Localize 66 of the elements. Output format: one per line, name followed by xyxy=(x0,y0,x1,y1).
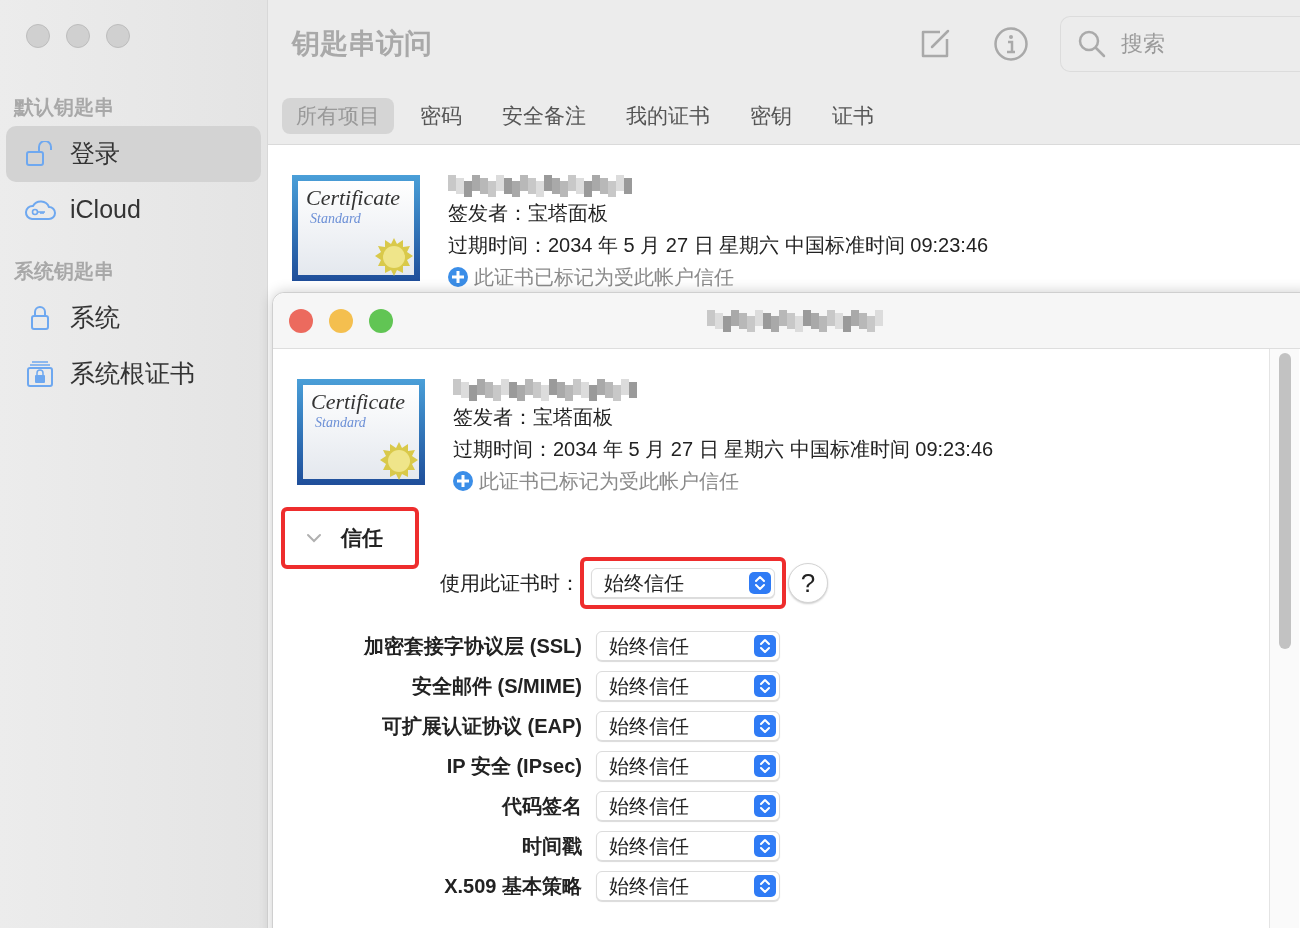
policy-label: X.509 基本策略 xyxy=(443,874,582,899)
sidebar-item[interactable]: 系统 xyxy=(6,290,261,346)
trust-select[interactable]: 始终信任 xyxy=(596,631,780,661)
unlocked-padlock-icon xyxy=(26,141,54,167)
trust-note: 此证书已标记为受此帐户信任 xyxy=(474,265,734,290)
policy-label: IP 安全 (IPsec) xyxy=(445,754,582,779)
expiry-text: 过期时间：2034 年 5 月 27 日 星期六 中国标准时间 09:23:46 xyxy=(448,233,989,258)
trust-select[interactable]: 始终信任 xyxy=(596,831,780,861)
tab[interactable]: 密码 xyxy=(406,98,476,134)
policy-label: 代码签名 xyxy=(500,794,582,819)
cloud-key-icon xyxy=(24,199,56,221)
seal-icon xyxy=(374,237,414,277)
section-heading: 系统钥匙串 xyxy=(13,259,115,284)
stepper-icon xyxy=(754,835,776,857)
sidebar-item[interactable]: iCloud xyxy=(6,182,261,238)
zoom-button[interactable] xyxy=(369,308,393,333)
window-control[interactable] xyxy=(66,24,90,48)
stepper-icon xyxy=(754,755,776,777)
scrollbar[interactable] xyxy=(1269,349,1299,928)
stepper-icon xyxy=(754,875,776,897)
tab[interactable]: 密钥 xyxy=(736,98,806,134)
certificate-title: Certificate xyxy=(311,389,407,415)
trust-select[interactable]: 始终信任 xyxy=(596,871,780,901)
stepper-icon xyxy=(754,675,776,697)
expiry-text: 过期时间：2034 年 5 月 27 日 星期六 中国标准时间 09:23:46 xyxy=(453,437,994,462)
tab[interactable]: 证书 xyxy=(818,98,888,134)
trust-select[interactable]: 始终信任 xyxy=(596,711,780,741)
trust-select[interactable]: 始终信任 xyxy=(596,671,780,701)
locked-cabinet-icon xyxy=(26,360,54,388)
policy-label: 时间戳 xyxy=(521,834,582,859)
stepper-icon xyxy=(754,715,776,737)
trust-select[interactable]: 始终信任 xyxy=(591,568,775,598)
section-heading: 默认钥匙串 xyxy=(12,95,115,120)
stepper-icon xyxy=(754,635,776,657)
sidebar-item[interactable]: 系统根证书 xyxy=(6,346,261,402)
trust-select[interactable]: 始终信任 xyxy=(596,751,780,781)
certificate-subtitle: Standard xyxy=(314,415,367,431)
trust-disclosure[interactable]: 信任 xyxy=(281,507,419,569)
seal-icon xyxy=(379,441,419,481)
plus-icon xyxy=(453,471,473,491)
certificate-subtitle: Standard xyxy=(309,211,362,227)
trust-note: 此证书已标记为受此帐户信任 xyxy=(479,469,739,494)
stepper-icon xyxy=(749,572,771,594)
stepper-icon xyxy=(754,795,776,817)
help-button[interactable]: ? xyxy=(788,563,828,603)
issuer-text: 签发者：宝塔面板 xyxy=(448,201,609,226)
certificate-title: Certificate xyxy=(306,185,402,211)
minimize-button[interactable] xyxy=(329,308,353,333)
policy-label: 可扩展认证协议 (EAP) xyxy=(381,714,582,739)
search-field[interactable]: 搜索 xyxy=(1060,16,1300,72)
window-title: 钥匙串访问 xyxy=(292,27,433,61)
window-control[interactable] xyxy=(106,24,130,48)
sidebar-item[interactable]: 登录 xyxy=(6,126,261,182)
policy-label: 安全邮件 (S/MIME) xyxy=(411,674,582,699)
close-button[interactable] xyxy=(289,308,313,333)
tab[interactable]: 我的证书 xyxy=(612,98,724,134)
issuer-text: 签发者：宝塔面板 xyxy=(453,405,614,430)
policy-label: 使用此证书时： xyxy=(439,571,580,596)
trust-select[interactable]: 始终信任 xyxy=(596,791,780,821)
policy-label: 加密套接字协议层 (SSL) xyxy=(363,634,582,659)
padlock-icon xyxy=(30,305,50,331)
plus-icon xyxy=(448,267,468,287)
window-control[interactable] xyxy=(26,24,50,48)
search-icon xyxy=(1078,30,1106,58)
info-icon[interactable] xyxy=(994,27,1028,61)
tab[interactable]: 安全备注 xyxy=(488,98,600,134)
